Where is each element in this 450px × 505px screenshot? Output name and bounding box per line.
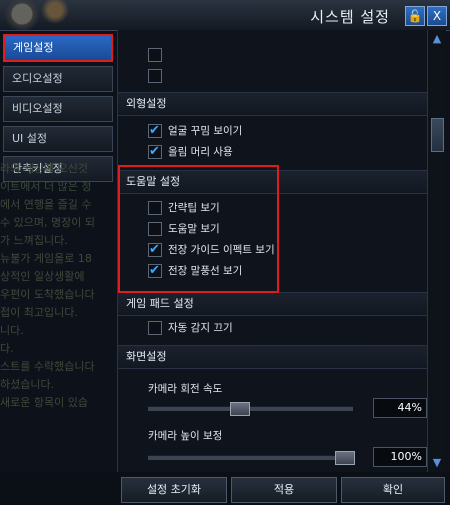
- scroll-up-icon[interactable]: ▲: [428, 32, 446, 46]
- emblem-icon: [0, 0, 80, 30]
- section-appearance-header: 외형설정: [118, 92, 428, 116]
- close-button[interactable]: X: [427, 6, 447, 26]
- checkbox[interactable]: [148, 48, 162, 62]
- checkbox[interactable]: [148, 321, 162, 335]
- tab-audio-settings[interactable]: 오디오설정: [3, 66, 113, 92]
- bottom-button-bar: 설정 초기화 적용 확인: [0, 472, 450, 505]
- checkbox[interactable]: [148, 69, 162, 83]
- background-chat-text: 라의 세상에 오신것 이트에서 더 많은 정 에서 연행을 즐길 수 수 있으며…: [0, 162, 95, 409]
- lock-icon: 🔓: [407, 9, 423, 23]
- tab-game-settings[interactable]: 게임설정: [3, 34, 113, 62]
- scroll-down-icon[interactable]: ▼: [428, 456, 446, 470]
- checkmark-icon: ✔: [149, 144, 160, 159]
- title-bar[interactable]: 시스템 설정 🔓 X: [0, 0, 450, 31]
- tab-ui-settings[interactable]: UI 설정: [3, 126, 113, 152]
- camera-height-correction-value: 100%: [373, 447, 427, 467]
- apply-button[interactable]: 적용: [231, 477, 337, 503]
- slider-thumb[interactable]: [335, 451, 355, 465]
- help-section-highlight: [118, 165, 279, 293]
- checkbox[interactable]: ✔: [148, 144, 162, 159]
- camera-rotation-speed-value: 44%: [373, 398, 427, 418]
- checkbox[interactable]: ✔: [148, 123, 162, 138]
- camera-rotation-speed-slider[interactable]: [148, 402, 353, 416]
- settings-window: 시스템 설정 🔓 X 게임설정 오디오설정 비디오설정 UI 설정 단축키설정 …: [0, 0, 450, 505]
- scroll-thumb[interactable]: [431, 118, 444, 152]
- camera-height-correction-label: 카메라 높이 보정: [148, 430, 223, 442]
- slider-thumb[interactable]: [230, 402, 251, 416]
- section-screen-header: 화면설정: [118, 345, 428, 369]
- camera-height-correction-slider[interactable]: [148, 451, 355, 465]
- window-title: 시스템 설정: [310, 8, 390, 26]
- close-icon: X: [432, 9, 442, 23]
- reset-settings-button[interactable]: 설정 초기화: [121, 477, 227, 503]
- tab-video-settings[interactable]: 비디오설정: [3, 96, 113, 122]
- camera-rotation-speed-label: 카메라 회전 속도: [148, 383, 223, 395]
- panel-scrollbar[interactable]: ▲ ▼: [427, 30, 446, 472]
- section-gamepad-header: 게임 패드 설정: [118, 292, 428, 316]
- checkmark-icon: ✔: [149, 123, 160, 138]
- confirm-button[interactable]: 확인: [341, 477, 445, 503]
- lock-button[interactable]: 🔓: [405, 6, 425, 26]
